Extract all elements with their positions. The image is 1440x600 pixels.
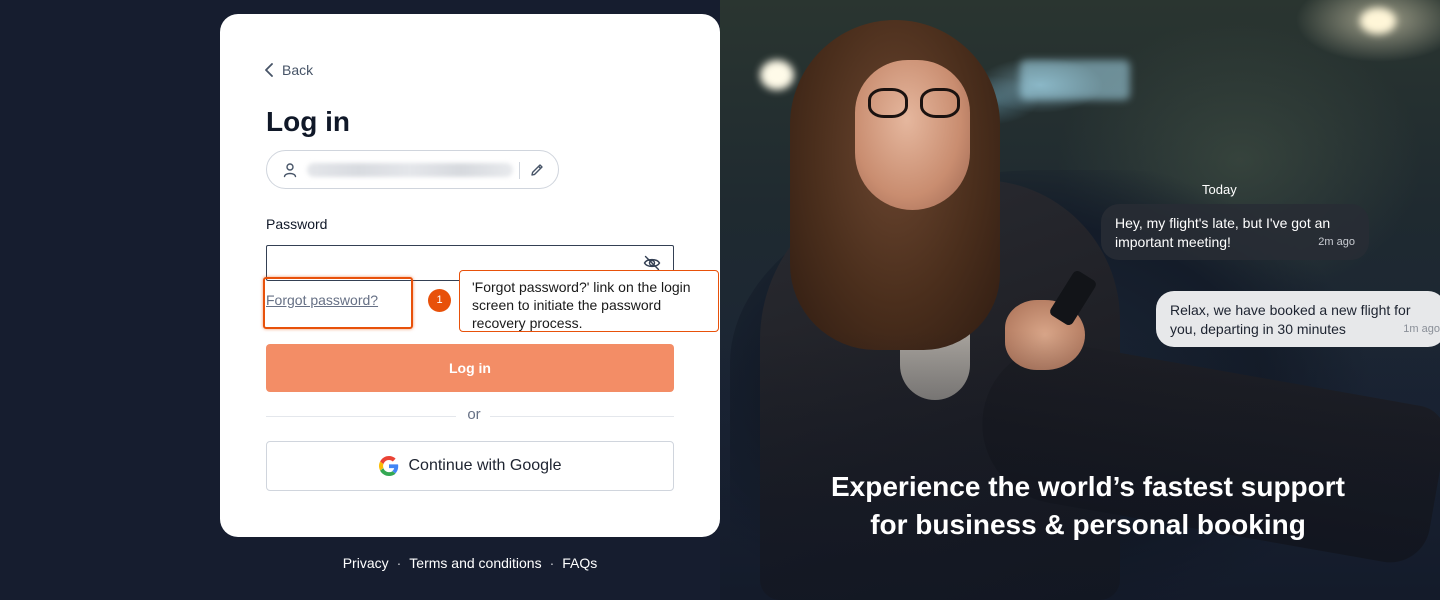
email-display <box>266 150 559 189</box>
chat-message-text: Relax, we have booked a new flight for y… <box>1170 302 1411 337</box>
footer-separator: · <box>549 555 555 571</box>
footer-link-terms[interactable]: Terms and conditions <box>409 555 541 571</box>
chevron-left-icon <box>265 63 273 77</box>
back-label: Back <box>282 62 314 78</box>
footer-links: Privacy · Terms and conditions · FAQs <box>220 555 720 571</box>
footer-link-faqs[interactable]: FAQs <box>562 555 597 571</box>
back-link[interactable]: Back <box>264 60 313 80</box>
hero-tagline-line1: Experience the world’s fastest support <box>831 471 1345 502</box>
email-value-redacted <box>307 163 513 177</box>
google-button-label: Continue with Google <box>408 457 562 474</box>
annotation-highlight-box <box>263 277 413 329</box>
chat-bubble-reply: Relax, we have booked a new flight for y… <box>1156 291 1440 347</box>
google-icon <box>378 456 398 476</box>
chat-day-label: Today <box>1202 182 1237 197</box>
divider-line-left <box>266 416 456 417</box>
chat-message-time: 2m ago <box>1318 236 1355 248</box>
chat-message-time: 1m ago <box>1403 323 1440 335</box>
annotation-marker: 1 <box>428 289 451 312</box>
hero-tagline: Experience the world’s fastest support f… <box>800 468 1376 544</box>
email-divider <box>519 162 520 179</box>
page-title: Log in <box>266 106 350 137</box>
footer-link-privacy[interactable]: Privacy <box>343 555 389 571</box>
password-label: Password <box>266 216 328 232</box>
hero-tagline-line2: for business & personal booking <box>870 509 1306 540</box>
login-button[interactable]: Log in <box>266 344 674 392</box>
divider-or-text: or <box>467 406 481 423</box>
google-signin-button[interactable]: Continue with Google <box>266 441 674 491</box>
chat-bubble-incoming: Hey, my flight's late, but I've got an i… <box>1101 204 1369 260</box>
footer-separator: · <box>396 555 402 571</box>
divider-line-right <box>490 416 674 417</box>
annotation-callout: 'Forgot password?' link on the login scr… <box>459 270 719 332</box>
pencil-icon[interactable] <box>529 162 545 178</box>
user-icon <box>283 163 297 178</box>
